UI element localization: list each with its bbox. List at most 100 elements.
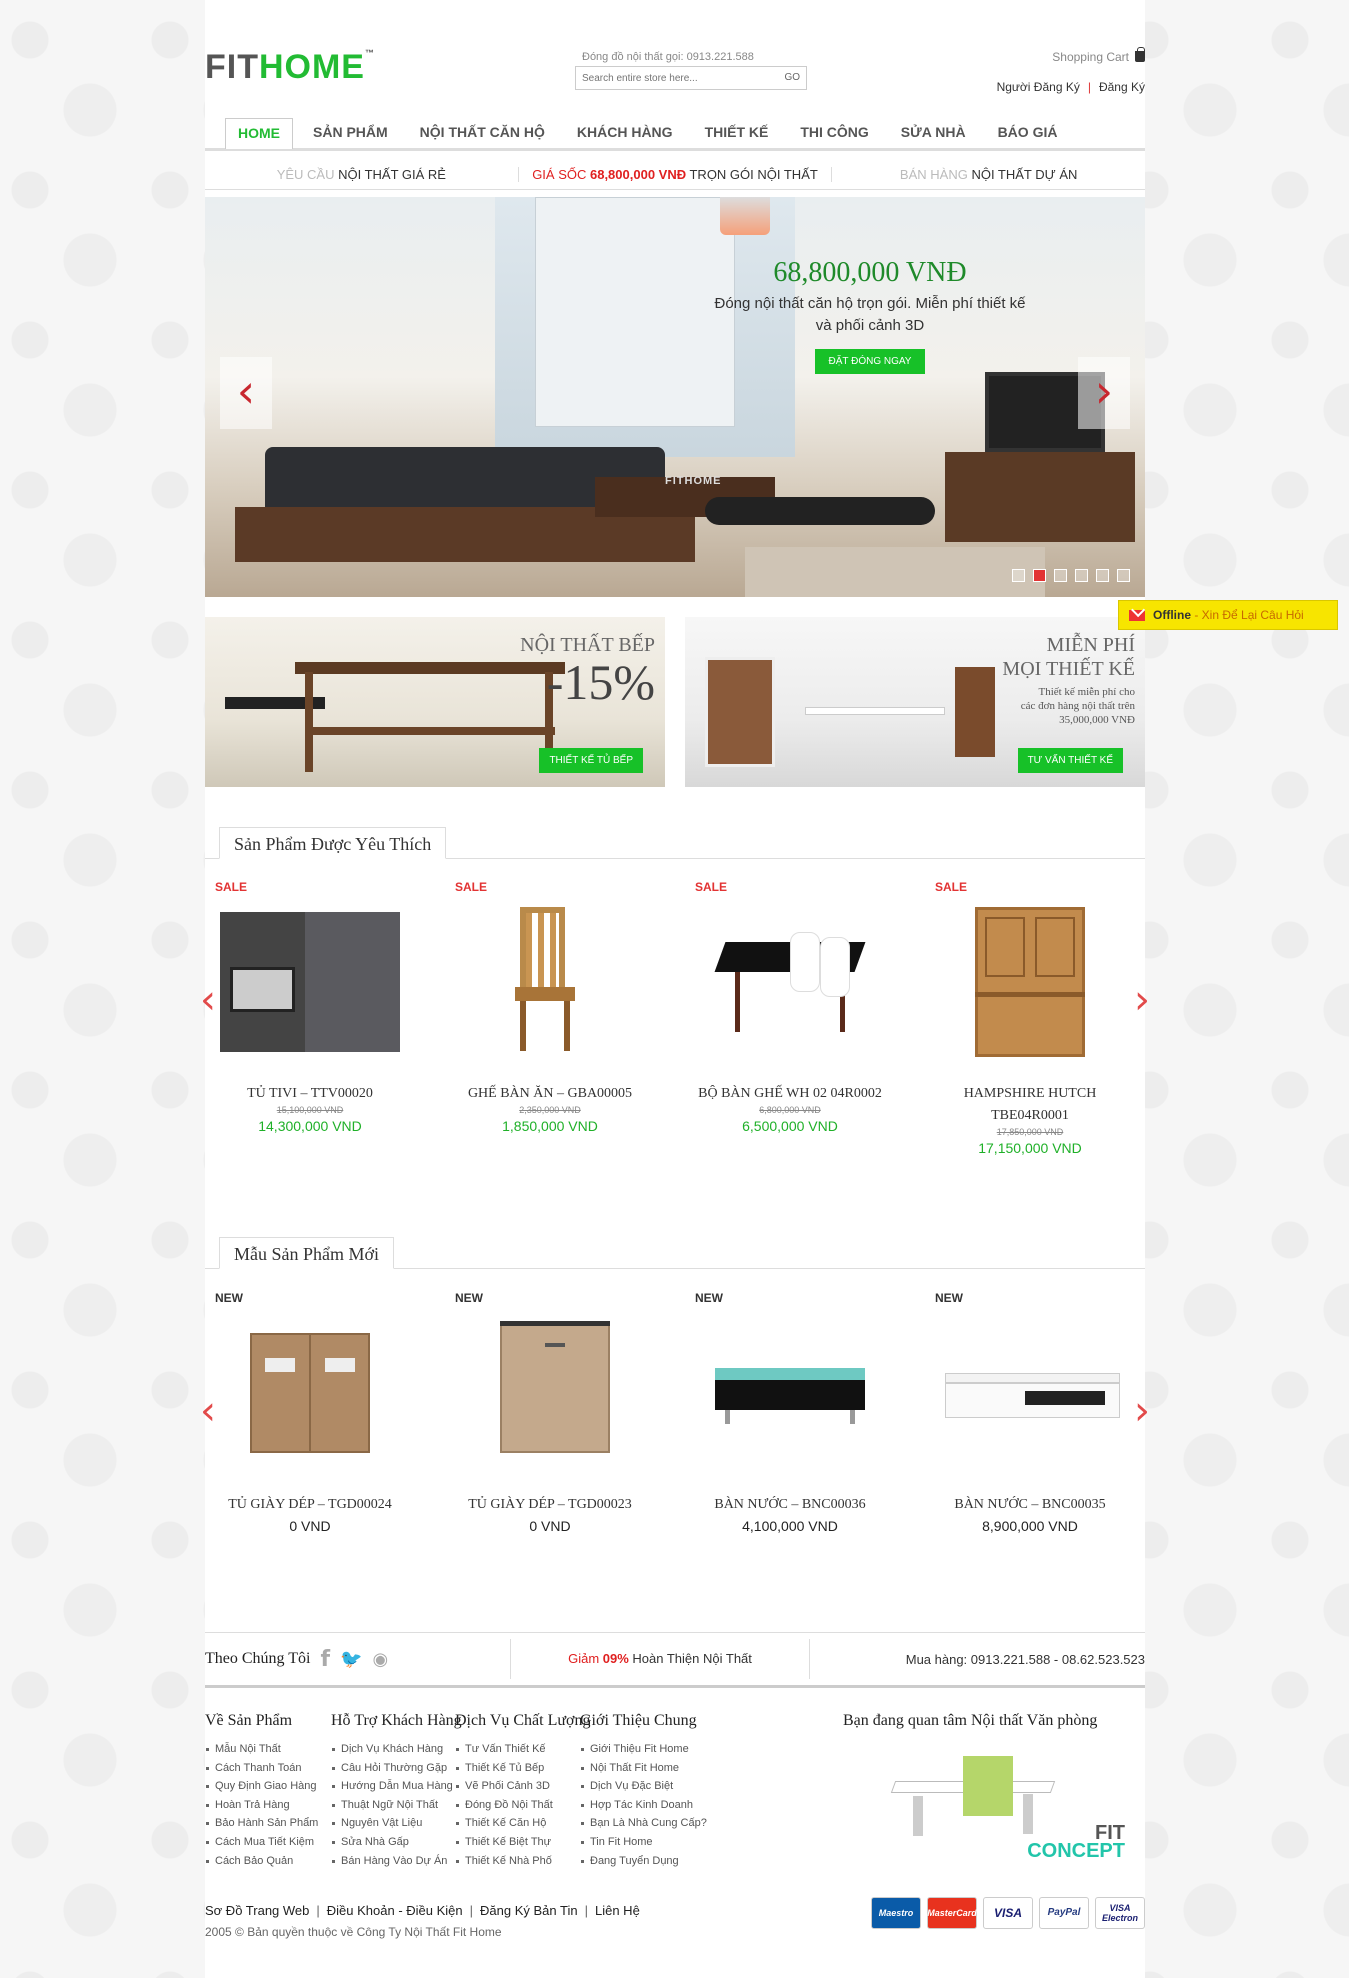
product-name[interactable]: GHẾ BÀN ĂN – GBA00005 [445,1083,655,1105]
product-name[interactable]: TỦ GIÀY DÉP – TGD00023 [445,1494,655,1516]
product-badge: SALE [215,880,248,894]
product-image[interactable] [690,1313,890,1483]
search-go-button[interactable]: GO [784,72,800,83]
footer-link[interactable]: Hợp Tác Kinh Doanh [580,1796,740,1815]
product-info: GHẾ BÀN ĂN – GBA00005 2,350,000 VND 1,850,… [445,1083,655,1136]
design-consult-button[interactable]: TƯ VẤN THIẾT KẾ [1017,748,1123,773]
product-info: TỦ TIVI – TTV00020 15,100,000 VND 14,300,0… [205,1083,415,1136]
bottom-link[interactable]: Sơ Đồ Trang Web [205,1903,309,1918]
kitchen-table-leg [305,672,313,772]
product-info: HAMPSHIRE HUTCH TBE04R0001 17,850,000 VND 1… [925,1083,1135,1158]
hero-rug [745,547,1045,597]
product-name[interactable]: BỘ BÀN GHẾ WH 02 04R0002 [685,1083,895,1105]
product-badge: SALE [935,880,968,894]
hero-next-arrow-icon[interactable]: › [1078,357,1130,429]
hero-dot[interactable] [1054,569,1067,582]
footer-link[interactable]: Dịch Vụ Đặc Biệt [580,1777,740,1796]
shopping-cart-link[interactable]: Shopping Cart [1052,47,1145,64]
nav-item-6[interactable]: SỬA NHÀ [889,118,978,148]
nav-item-0[interactable]: HOME [225,118,293,149]
wardrobe-image [705,657,775,767]
discount-percent: 09% [602,1651,629,1666]
logo-trademark: ™ [364,48,375,58]
payment-card-maestro-icon: Maestro [871,1897,921,1929]
hero-prev-arrow-icon[interactable]: ‹ [220,357,272,429]
hero-dot[interactable] [1012,569,1025,582]
footer-link[interactable]: Đang Tuyển Dụng [580,1852,740,1871]
product-image[interactable] [690,902,890,1072]
footer-column: Giới Thiệu Chung Giới Thiệu Fit Home Nội T… [580,1712,740,1870]
hero-dot[interactable] [1117,569,1130,582]
page-container: FITHOME™ Đóng đồ nội thất gọi: 0913.221.… [200,0,1150,1978]
nav-item-2[interactable]: NỘI THẤT CĂN HỘ [408,118,557,148]
office-furniture-promo[interactable]: Bạn đang quan tâm Nội thất Văn phòng FIT… [843,1712,1145,1882]
bottom-link[interactable]: Đăng Ký Bản Tin [480,1903,578,1918]
promo-shock-price[interactable]: GIÁ SỐC 68,800,000 VNĐ TRỌN GÓI NỘI THẤT [517,167,832,182]
product-price: 0 VND [289,1518,331,1534]
product-name[interactable]: HAMPSHIRE HUTCH [925,1083,1135,1105]
footer-link[interactable]: Giới Thiệu Fit Home [580,1740,740,1759]
footer-link[interactable]: Nội Thất Fit Home [580,1759,740,1778]
hero-subtitle-line1: Đóng nội thất căn hộ trọn gói. Miễn phí … [714,295,1026,312]
product-image[interactable] [930,902,1130,1072]
free-design-desc1: Thiết kế miễn phí cho [1038,686,1135,698]
promo-text: NỘI THẤT DỰ ÁN [967,167,1078,182]
free-design-banner[interactable]: MIỄN PHÍ MỌI THIẾT KẾ Thiết kế miễn phí … [685,617,1145,787]
footer-column-title: Giới Thiệu Chung [580,1712,697,1729]
follow-label: Theo Chúng Tôi [205,1650,311,1667]
kitchen-design-button[interactable]: THIẾT KẾ TỦ BẾP [539,748,643,773]
footer-link[interactable]: Tin Fit Home [580,1833,740,1852]
hero-pagination [1012,569,1130,582]
product-old-price: 2,350,000 VND [519,1105,581,1115]
nav-item-5[interactable]: THI CÔNG [788,118,880,148]
register-link[interactable]: Đăng Ký [1099,80,1145,94]
nav-item-3[interactable]: KHÁCH HÀNG [565,118,685,148]
footer-link[interactable]: Bạn Là Nhà Cung Cấp? [580,1814,740,1833]
facebook-icon[interactable]: f [320,1647,330,1672]
cabinet-image [955,667,995,757]
product-image[interactable] [210,1313,410,1483]
chat-status: Offline [1153,608,1191,622]
hero-order-button[interactable]: ĐẶT ĐÓNG NGAY [814,349,926,374]
nav-item-4[interactable]: THIẾT KẾ [693,118,781,148]
promo-cheap-interior[interactable]: YÊU CẦU NỘI THẤT GIÁ RẺ [205,167,518,182]
product-name[interactable]: TỦ TIVI – TTV00020 [205,1083,415,1105]
twitter-icon[interactable]: 🐦 [340,1649,362,1670]
hero-dot[interactable] [1033,569,1046,582]
new-next-arrow-icon[interactable]: › [1134,1391,1150,1431]
product-image[interactable] [210,902,410,1072]
nav-item-1[interactable]: SẢN PHẨM [301,118,400,148]
payment-cards: Maestro MasterCard VISA PayPal VISA Electron [871,1897,1145,1929]
bottom-link[interactable]: Điều Khoản - Điều Kiện [327,1903,463,1918]
fit-concept-logo-2: CONCEPT [1027,1840,1125,1862]
product-code[interactable]: TBE04R0001 [925,1105,1135,1127]
promo-project-sales[interactable]: BÁN HÀNG NỘI THẤT DỰ ÁN [831,167,1145,182]
product-name[interactable]: BÀN NƯỚC – BNC00035 [925,1494,1135,1516]
product-name[interactable]: BÀN NƯỚC – BNC00036 [685,1494,895,1516]
kitchen-discount: -15% [546,654,655,710]
discount-promo[interactable]: Giảm 09% Hoàn Thiện Nội Thất [510,1639,810,1679]
free-design-title: MIỄN PHÍ MỌI THIẾT KẾ Thiết kế miễn phí … [1002,633,1135,727]
kitchen-shelf [305,727,555,735]
product-info: TỦ GIÀY DÉP – TGD00024 0 VND [205,1494,415,1536]
site-logo[interactable]: FITHOME™ [205,48,375,87]
bottom-link[interactable]: Liên Hệ [595,1903,640,1918]
product-image[interactable] [450,1313,650,1483]
chat-text: - Xin Để Lại Câu Hỏi [1191,608,1304,622]
product-old-price: 17,850,000 VND [996,1127,1064,1137]
nav-item-7[interactable]: BÁO GIÁ [986,118,1070,148]
kitchen-banner[interactable]: NỘI THẤT BẾP -15% THIẾT KẾ TỦ BẾP [205,617,665,787]
offline-chat-tab[interactable]: Offline - Xin Để Lại Câu Hỏi [1118,600,1338,630]
login-link[interactable]: Người Đăng Ký [997,80,1080,94]
rss-icon[interactable]: ◉ [372,1649,388,1670]
hero-dot[interactable] [1075,569,1088,582]
product-name[interactable]: TỦ GIÀY DÉP – TGD00024 [205,1494,415,1516]
product-image[interactable] [450,902,650,1072]
kitchen-banner-title: NỘI THẤT BẾP -15% [520,633,655,707]
search-input[interactable] [576,67,776,89]
product-image[interactable] [930,1313,1130,1483]
favorites-carousel: ‹ › SALE TỦ TIVI – TTV00020 15,100,000 VND… [200,880,1150,1170]
favorites-next-arrow-icon[interactable]: › [1134,980,1150,1020]
hero-dot[interactable] [1096,569,1109,582]
copyright-text: 2005 © Bản quyền thuộc về Công Ty Nội Th… [205,1925,502,1939]
